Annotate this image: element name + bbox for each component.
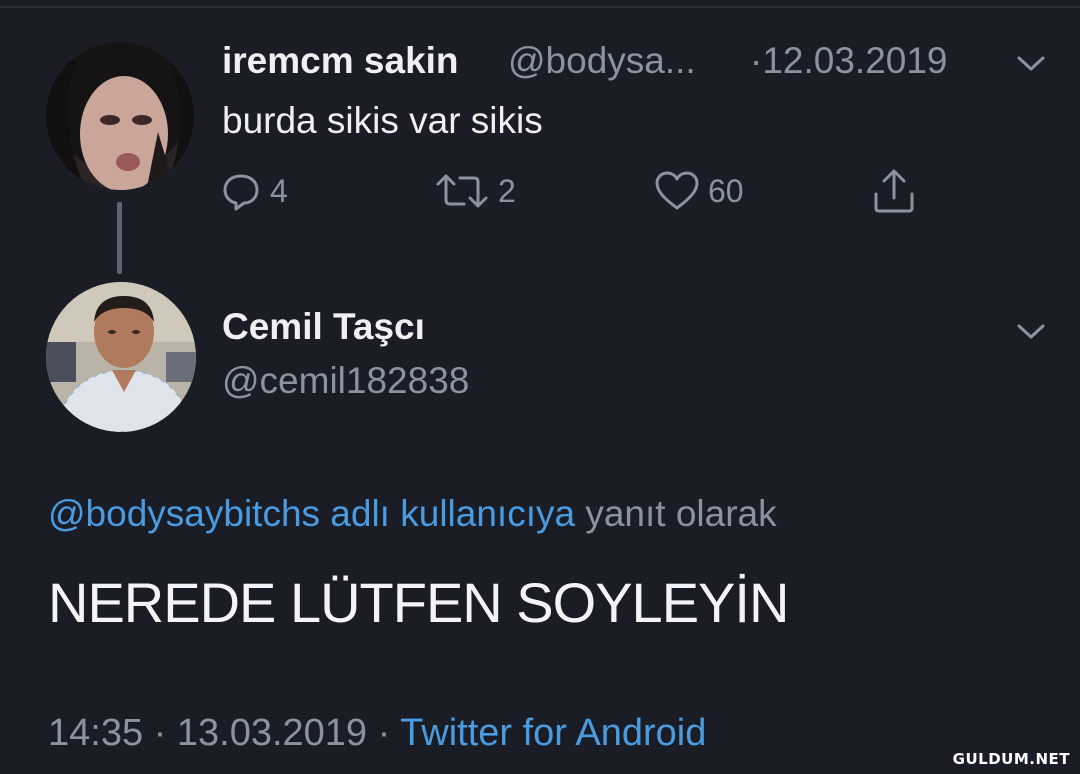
like-icon [655,171,699,210]
reply-author-handle[interactable]: @cemil182838 [222,360,469,402]
share-action[interactable] [872,168,916,214]
tweet-thread-screen: iremcm sakin @bodysa... ·12.03.2019 burd… [0,0,1080,774]
thread-connector-line [117,202,122,274]
watermark-logo: GULDUM.NET [952,750,1070,768]
original-author-handle[interactable]: @bodysa... [508,40,696,82]
chevron-down-icon[interactable] [1016,54,1046,74]
reply-author-name[interactable]: Cemil Taşcı [222,306,425,348]
tweet-timestamp-line: 14:35 · 13.03.2019 · Twitter for Android [48,712,706,755]
replying-to-context: @bodysaybitchs adlı kullanıcıya yanıt ol… [48,493,777,535]
original-tweet-date[interactable]: ·12.03.2019 [750,40,948,82]
avatar-reply-author[interactable] [46,282,196,432]
reply-action[interactable]: 4 [220,168,288,214]
retweet-icon [436,174,488,208]
reply-icon [223,174,259,211]
avatar-original-author[interactable] [46,42,194,190]
retweet-count: 2 [498,172,516,209]
like-count: 60 [708,172,744,209]
tweet-timestamp[interactable]: 14:35 · 13.03.2019 · [48,712,400,754]
chevron-down-icon[interactable] [1016,322,1046,342]
reply-count: 4 [270,172,288,209]
top-divider [0,6,1080,8]
like-action[interactable]: 60 [654,168,744,214]
tweet-client-link[interactable]: Twitter for Android [400,712,706,754]
replying-to-link[interactable]: @bodysaybitchs adlı kullanıcıya [48,493,575,534]
replying-to-suffix: yanıt olarak [575,493,777,534]
retweet-action[interactable]: 2 [434,168,516,214]
original-author-name[interactable]: iremcm sakin [222,40,459,82]
original-tweet-text: burda sikis var sikis [222,100,543,141]
reply-tweet-text: NEREDE LÜTFEN SOYLEYİN [48,571,789,634]
share-icon [874,169,914,213]
